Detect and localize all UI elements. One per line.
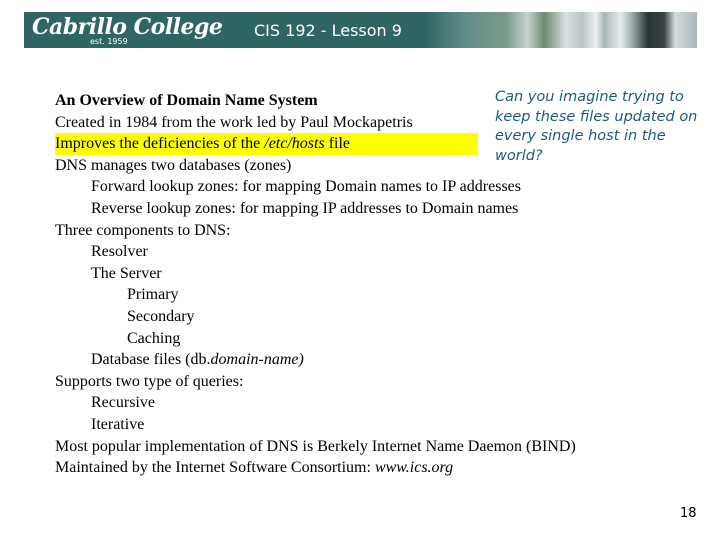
banner-photo: [424, 12, 697, 48]
logo-subtext: est. 1959: [90, 37, 128, 46]
highlight: Improves the deficiencies of the /etc/ho…: [55, 133, 478, 155]
callout-note: Can you imagine trying to keep these fil…: [495, 89, 698, 164]
db-filename: domain-name): [210, 351, 304, 369]
bullet-line: Database files (db.domain-name): [55, 349, 695, 371]
bullet-line: Secondary: [127, 307, 195, 325]
bullet-line: The Server: [91, 264, 162, 282]
text: Improves the deficiencies of the: [55, 135, 265, 153]
lesson-title: CIS 192 - Lesson 9: [254, 21, 402, 40]
bullet-line: Most popular implementation of DNS is Be…: [55, 437, 576, 455]
bullet-line: Iterative: [91, 415, 145, 433]
bullet-line: Resolver: [91, 243, 148, 261]
etc-hosts-path: /etc/hosts: [264, 135, 325, 153]
bullet-line: Maintained by the Internet Software Cons…: [55, 457, 695, 479]
text: Database files (db.: [91, 351, 211, 369]
header-banner: Cabrillo College est. 1959 CIS 192 - Les…: [24, 12, 697, 48]
text: file: [324, 135, 351, 153]
text: Maintained by the Internet Software Cons…: [55, 459, 375, 477]
bullet-line: Caching: [127, 329, 181, 347]
page-number: 18: [680, 506, 697, 521]
bullet-line: Forward lookup zones: for mapping Domain…: [91, 178, 521, 196]
bullet-line: Three components to DNS:: [55, 221, 231, 239]
bullet-line: Primary: [127, 286, 179, 304]
bullet-line: Supports two type of queries:: [55, 372, 244, 390]
bullet-line: Reverse lookup zones: for mapping IP add…: [91, 199, 519, 217]
isc-url[interactable]: www.ics.org: [375, 459, 453, 476]
bullet-line: Recursive: [91, 394, 155, 412]
